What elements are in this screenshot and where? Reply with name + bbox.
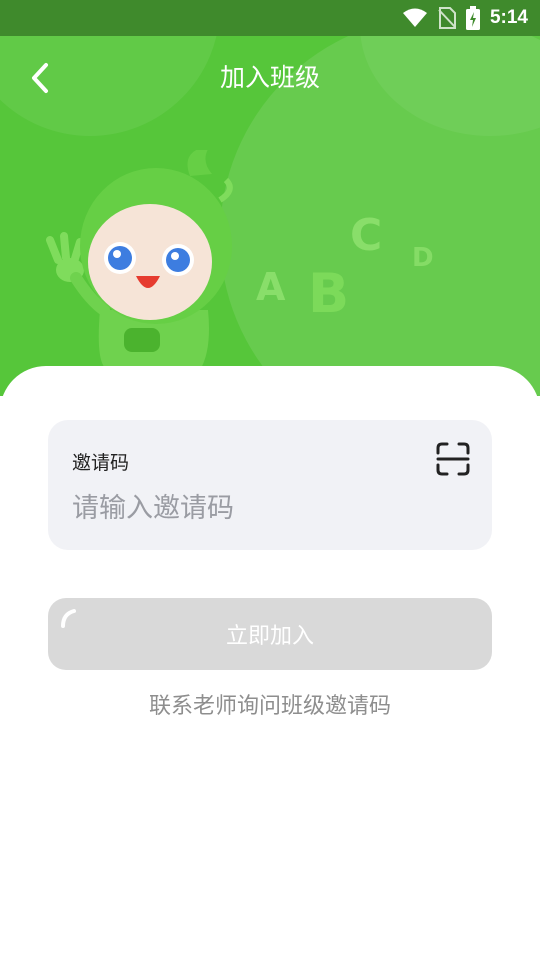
invite-code-input[interactable] bbox=[72, 486, 412, 530]
page-title: 加入班级 bbox=[219, 63, 320, 92]
wifi-icon bbox=[402, 8, 428, 28]
scan-icon bbox=[436, 442, 470, 476]
invite-code-label: 邀请码 bbox=[72, 452, 130, 474]
status-bar: 5:14 bbox=[0, 0, 540, 36]
nav-bar: 加入班级 bbox=[0, 36, 540, 120]
mascot-illustration bbox=[40, 146, 240, 374]
letter-a: A bbox=[256, 265, 286, 309]
invite-code-field: 邀请码 bbox=[48, 420, 492, 550]
shine-icon bbox=[61, 609, 76, 628]
letters-decoration: A B C D bbox=[240, 200, 460, 344]
letter-c: C bbox=[350, 210, 382, 261]
no-sim-icon bbox=[438, 7, 456, 29]
scan-button[interactable] bbox=[436, 442, 470, 476]
invite-code-hint: 联系老师询问班级邀请码 bbox=[148, 694, 391, 719]
join-now-button[interactable]: 立即加入 bbox=[48, 598, 492, 670]
letter-d: D bbox=[412, 243, 434, 273]
battery-charging-icon bbox=[465, 6, 480, 30]
join-now-label: 立即加入 bbox=[225, 624, 314, 649]
status-time: 5:14 bbox=[489, 7, 528, 28]
letter-b: B bbox=[308, 262, 349, 325]
